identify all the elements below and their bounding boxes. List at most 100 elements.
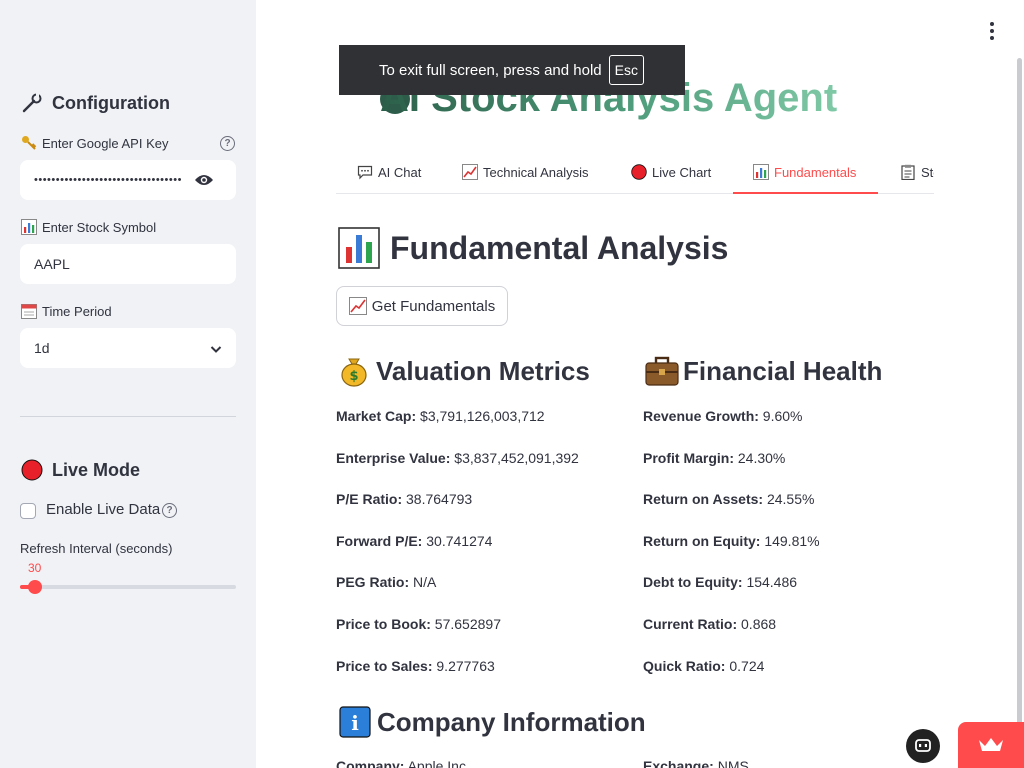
api-key-help-icon[interactable]: ? bbox=[220, 136, 235, 151]
tab-ai-chat[interactable]: AI Chat bbox=[357, 150, 421, 193]
metric-value: 57.652897 bbox=[434, 616, 501, 632]
tab-technical-analysis[interactable]: Technical Analysis bbox=[462, 150, 589, 193]
metric-row: Revenue Growth: 9.60% bbox=[643, 408, 803, 424]
time-period-value: 1d bbox=[34, 340, 50, 356]
metric-value: Apple Inc. bbox=[407, 758, 470, 768]
exchange-metric: Exchange: NMS bbox=[643, 758, 749, 768]
metric-row: P/E Ratio: 38.764793 bbox=[336, 491, 472, 507]
api-key-input[interactable]: •••••••••••••••••••••••••••••••••••••• bbox=[20, 160, 236, 200]
refresh-interval-slider-track[interactable] bbox=[20, 585, 236, 589]
refresh-interval-label-text: Refresh Interval (seconds) bbox=[20, 541, 173, 556]
refresh-interval-value: 30 bbox=[28, 561, 42, 575]
configuration-heading-text: Configuration bbox=[52, 92, 170, 113]
metric-value: $3,791,126,003,712 bbox=[420, 408, 545, 424]
metric-label: Quick Ratio: bbox=[643, 657, 726, 674]
metric-value: 24.30% bbox=[737, 449, 786, 466]
tab-fundamentals[interactable]: Fundamentals bbox=[753, 150, 857, 193]
get-fundamentals-button[interactable]: Get Fundamentals bbox=[336, 286, 508, 326]
speech-bubble-icon bbox=[357, 164, 373, 180]
metric-value: N/A bbox=[413, 574, 437, 591]
svg-text:i: i bbox=[351, 711, 359, 735]
metric-label: Revenue Growth: bbox=[643, 408, 759, 424]
tab-stock-info[interactable]: Sto bbox=[900, 150, 934, 193]
calendar-icon bbox=[20, 303, 38, 319]
main-scrollbar[interactable] bbox=[1017, 58, 1022, 758]
metric-row: PEG Ratio: N/A bbox=[336, 574, 436, 590]
get-fundamentals-button-label: Get Fundamentals bbox=[371, 297, 496, 315]
financial-health-heading: Financial Health bbox=[645, 355, 882, 387]
company-information-heading: i Company Information bbox=[339, 706, 646, 738]
metric-label: Debt to Equity: bbox=[643, 574, 743, 591]
stock-symbol-value: AAPL bbox=[34, 256, 70, 272]
chevron-down-icon bbox=[210, 342, 222, 354]
show-password-eye-icon[interactable] bbox=[194, 172, 214, 188]
refresh-interval-label: Refresh Interval (seconds) bbox=[20, 541, 172, 556]
crown-icon[interactable] bbox=[958, 722, 1024, 768]
metric-value: 38.764793 bbox=[406, 491, 473, 508]
bar-chart-icon bbox=[338, 227, 380, 269]
page-title-text: Fundamental Analysis bbox=[390, 229, 729, 266]
live-mode-heading-text: Live Mode bbox=[52, 459, 141, 480]
bar-chart-icon bbox=[753, 164, 769, 180]
metric-label: Return on Assets: bbox=[643, 491, 764, 508]
metric-label: Price to Sales: bbox=[336, 657, 433, 674]
metric-label: P/E Ratio: bbox=[336, 491, 403, 508]
enable-live-data-label[interactable]: Enable Live Data bbox=[46, 501, 160, 518]
metric-value: 9.60% bbox=[762, 408, 803, 424]
information-icon: i bbox=[339, 706, 371, 738]
page-title: Fundamental Analysis bbox=[338, 227, 728, 269]
toast-esc-key: Esc bbox=[608, 55, 644, 85]
metric-row: Debt to Equity: 154.486 bbox=[643, 574, 797, 590]
tab-live-chart[interactable]: Live Chart bbox=[631, 150, 712, 193]
api-key-value: •••••••••••••••••••••••••••••••••••••• bbox=[34, 174, 182, 186]
live-data-help-icon[interactable]: ? bbox=[162, 503, 177, 518]
tab-fundamentals-label: Fundamentals bbox=[774, 164, 857, 180]
metric-row: Profit Margin: 24.30% bbox=[643, 450, 785, 466]
company-name-metric: Company: Apple Inc. bbox=[336, 758, 470, 768]
metric-row: Price to Book: 57.652897 bbox=[336, 616, 501, 632]
bar-chart-icon bbox=[20, 219, 38, 235]
metric-row: Return on Equity: 149.81% bbox=[643, 533, 820, 549]
refresh-interval-slider-thumb[interactable] bbox=[28, 580, 42, 594]
metric-value: 154.486 bbox=[746, 574, 798, 591]
metric-value: 0.724 bbox=[729, 657, 765, 674]
sidebar: Configuration Enter Google API Key ? •••… bbox=[0, 0, 256, 768]
metric-row: Quick Ratio: 0.724 bbox=[643, 658, 764, 674]
configuration-heading: Configuration bbox=[20, 91, 170, 115]
clipboard-icon bbox=[900, 164, 916, 180]
briefcase-icon bbox=[645, 355, 679, 387]
company-information-heading-text: Company Information bbox=[377, 706, 646, 737]
tab-live-chart-label: Live Chart bbox=[652, 164, 712, 180]
metric-label: Current Ratio: bbox=[643, 616, 738, 632]
metric-value: 9.277763 bbox=[436, 657, 495, 674]
api-key-label-text: Enter Google API Key bbox=[42, 135, 169, 151]
red-circle-icon bbox=[20, 458, 44, 482]
chart-increasing-icon bbox=[462, 164, 478, 180]
svg-text:$: $ bbox=[349, 369, 358, 384]
red-circle-icon bbox=[631, 164, 647, 180]
tab-technical-analysis-label: Technical Analysis bbox=[483, 164, 589, 180]
valuation-metrics-heading-text: Valuation Metrics bbox=[376, 355, 590, 386]
key-icon bbox=[20, 135, 38, 151]
time-period-label-text: Time Period bbox=[42, 303, 112, 319]
money-bag-icon: $ bbox=[338, 355, 370, 387]
api-key-label: Enter Google API Key bbox=[20, 135, 168, 151]
metric-row: Enterprise Value: $3,837,452,091,392 bbox=[336, 450, 579, 466]
stock-symbol-input[interactable]: AAPL bbox=[20, 244, 236, 284]
robot-assistant-icon[interactable] bbox=[906, 729, 940, 763]
live-mode-heading: Live Mode bbox=[20, 458, 140, 482]
metric-row: Price to Sales: 9.277763 bbox=[336, 658, 495, 674]
time-period-select[interactable]: 1d bbox=[20, 328, 236, 368]
metric-label: Forward P/E: bbox=[336, 532, 423, 549]
enable-live-data-checkbox[interactable] bbox=[20, 503, 36, 519]
tab-stock-info-label: Sto bbox=[921, 164, 934, 180]
metric-row: Market Cap: $3,791,126,003,712 bbox=[336, 408, 545, 424]
fullscreen-exit-toast: To exit full screen, press and hold Esc bbox=[339, 45, 685, 95]
metric-value: 0.868 bbox=[741, 616, 777, 632]
metric-label: PEG Ratio: bbox=[336, 574, 410, 591]
metric-label: Profit Margin: bbox=[643, 449, 734, 466]
main-menu-kebab-icon[interactable] bbox=[988, 22, 996, 40]
metric-row: Current Ratio: 0.868 bbox=[643, 616, 776, 632]
metric-label: Enterprise Value: bbox=[336, 449, 451, 466]
metric-value: $3,837,452,091,392 bbox=[454, 449, 579, 466]
